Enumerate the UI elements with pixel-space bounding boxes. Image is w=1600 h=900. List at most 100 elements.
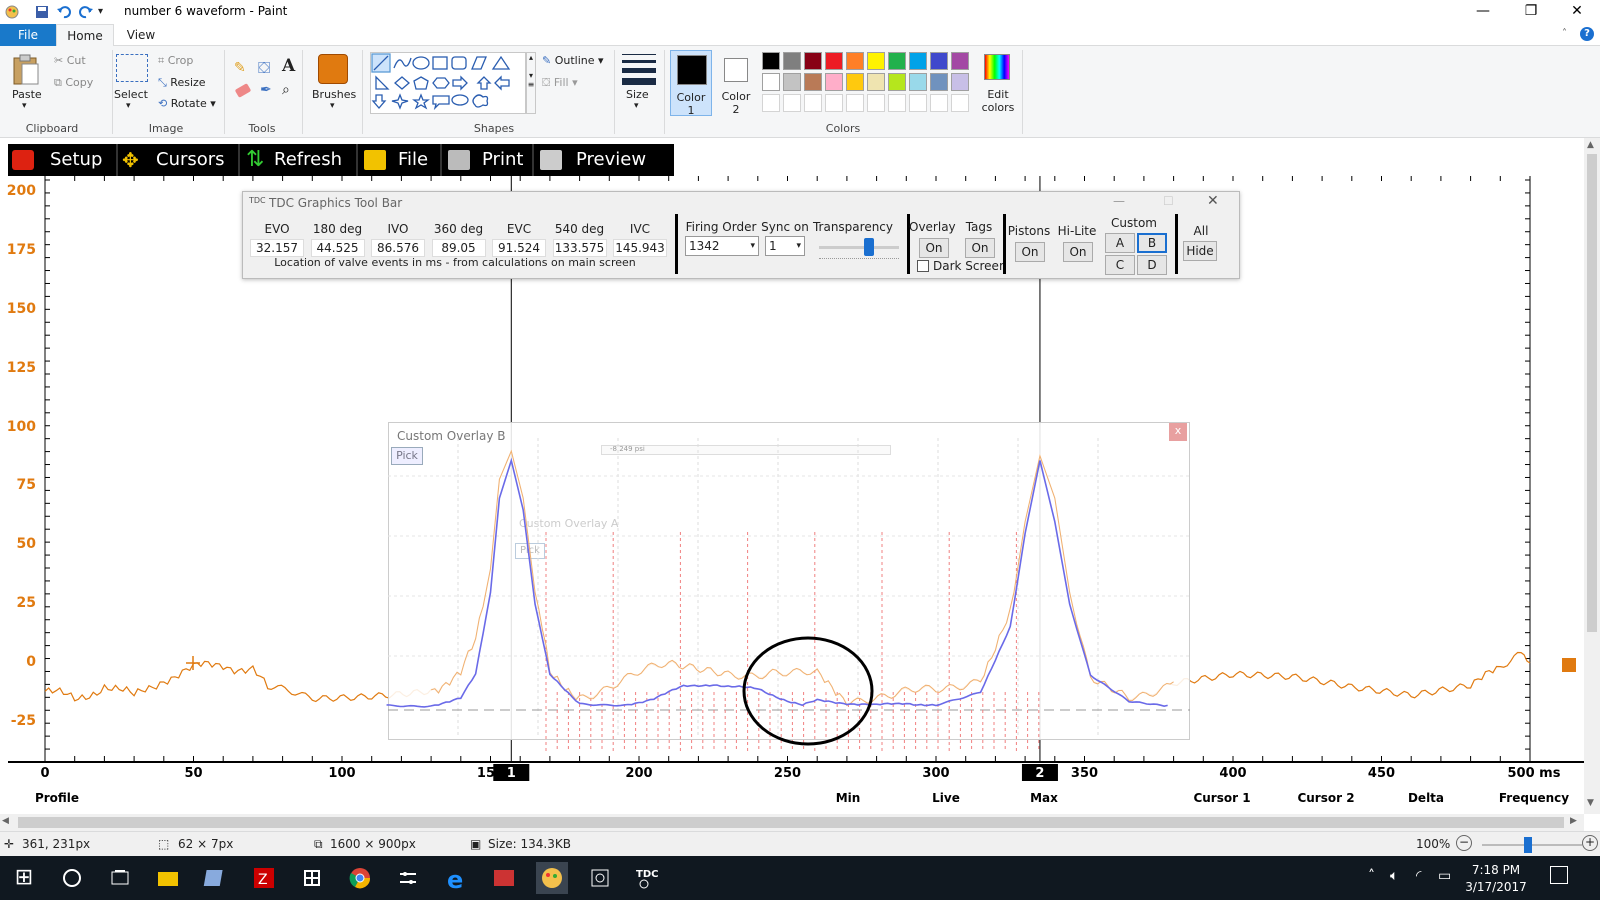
minimize-button[interactable]: —	[1460, 0, 1506, 24]
tags-on-button[interactable]: On	[965, 238, 995, 258]
cut-button[interactable]: ✂ Cut	[54, 54, 86, 67]
palette-swatch[interactable]	[783, 94, 801, 112]
size-button[interactable]: Size	[626, 88, 649, 101]
zoom-in-button[interactable]: +	[1582, 835, 1598, 851]
action-center-icon[interactable]	[1550, 866, 1568, 884]
collapse-ribbon-icon[interactable]: ˄	[1562, 28, 1567, 39]
text-tool-icon[interactable]: A	[282, 56, 295, 76]
file-button[interactable]: File	[358, 144, 442, 176]
palette-swatch[interactable]	[804, 73, 822, 91]
transparency-slider-track[interactable]	[819, 246, 899, 249]
overlay-on-button[interactable]: On	[919, 238, 949, 258]
show-hidden-icons[interactable]: ˄	[1368, 868, 1375, 884]
task-view-icon[interactable]	[104, 862, 136, 894]
resize-button[interactable]: ⤡ Resize	[158, 76, 206, 90]
volume-icon[interactable]: 🔈︎	[1390, 868, 1398, 884]
pistons-on-button[interactable]: On	[1015, 242, 1045, 262]
color2-button[interactable]: Color 2	[716, 50, 758, 116]
restore-button[interactable]: ❐	[1508, 0, 1554, 24]
app-icon-notepad[interactable]	[200, 862, 232, 894]
zoom-slider-track[interactable]	[1482, 844, 1582, 846]
palette-swatch[interactable]	[867, 52, 885, 70]
pencil-icon[interactable]: ✎	[234, 60, 246, 76]
shapes-gallery[interactable]	[370, 52, 526, 114]
horizontal-scrollbar[interactable]: ◀ ▶	[0, 814, 1584, 831]
edit-colors-button[interactable]: Edit colors	[980, 88, 1016, 114]
sync-on-select[interactable]: 1 ▾	[765, 236, 805, 256]
hide-all-button[interactable]: Hide	[1183, 241, 1217, 261]
color-picker-icon[interactable]: ✒	[260, 82, 272, 98]
custom-a-button[interactable]: A	[1105, 233, 1135, 253]
paint-taskbar-icon[interactable]	[536, 862, 568, 894]
shapes-scroll[interactable]: ▴ ▾ ≡	[526, 52, 536, 114]
keyboard-icon[interactable]: ▭	[1438, 868, 1451, 884]
redo-icon[interactable]	[78, 4, 94, 20]
vertical-scroll-thumb[interactable]	[1587, 154, 1597, 632]
refresh-button[interactable]: ⇅ Refresh	[240, 144, 358, 176]
select-icon[interactable]	[116, 54, 148, 82]
palette-swatch[interactable]	[762, 73, 780, 91]
select-button[interactable]: Select	[114, 88, 148, 101]
toolbar-minimize-button[interactable]: —	[1113, 194, 1125, 208]
help-icon[interactable]: ?	[1580, 27, 1594, 41]
network-icon[interactable]: ◜	[1416, 868, 1421, 884]
cursors-button[interactable]: ✥ Cursors	[118, 144, 240, 176]
palette-swatch[interactable]	[846, 52, 864, 70]
clock-time[interactable]: 7:18 PM	[1456, 863, 1536, 877]
palette-swatch[interactable]	[783, 73, 801, 91]
palette-swatch[interactable]	[783, 52, 801, 70]
paste-label[interactable]: Paste	[12, 88, 42, 101]
undo-icon[interactable]	[56, 4, 72, 20]
print-button[interactable]: Print	[442, 144, 534, 176]
dark-screen-checkbox[interactable]	[917, 260, 929, 272]
preview-button[interactable]: Preview	[534, 144, 654, 176]
scroll-up-icon[interactable]: ▲	[1587, 140, 1594, 150]
brushes-dropdown-icon[interactable]: ▾	[330, 101, 335, 111]
hilite-on-button[interactable]: On	[1063, 242, 1093, 262]
size-icon[interactable]	[622, 54, 656, 85]
zoom-out-button[interactable]: −	[1456, 835, 1472, 851]
custom-b-button[interactable]: B	[1137, 233, 1167, 253]
vertical-scrollbar[interactable]: ▲ ▼	[1584, 138, 1600, 814]
toolbar-maximize-button[interactable]: ☐	[1163, 194, 1174, 208]
windows-start-icon[interactable]: ⊞	[8, 862, 40, 894]
outline-button[interactable]: ✎ Outline ▾	[542, 54, 604, 67]
chrome-icon[interactable]	[344, 862, 376, 894]
setup-button[interactable]: Setup	[8, 144, 118, 176]
palette-swatch[interactable]	[909, 73, 927, 91]
palette-swatch[interactable]	[951, 52, 969, 70]
customize-qat-icon[interactable]: ▾	[98, 4, 114, 20]
scroll-left-icon[interactable]: ◀	[2, 816, 9, 826]
palette-swatch[interactable]	[909, 94, 927, 112]
palette-swatch[interactable]	[804, 94, 822, 112]
rainbow-icon[interactable]	[984, 54, 1010, 80]
palette-swatch[interactable]	[762, 94, 780, 112]
custom-d-button[interactable]: D	[1137, 255, 1167, 275]
palette-swatch[interactable]	[867, 73, 885, 91]
app-icon-tdc-setup[interactable]	[584, 862, 616, 894]
size-dropdown-icon[interactable]: ▾	[634, 101, 639, 111]
scroll-right-icon[interactable]: ▶	[1570, 816, 1577, 826]
palette-swatch[interactable]	[825, 52, 843, 70]
palette-swatch[interactable]	[762, 52, 780, 70]
copy-button[interactable]: ⧉ Copy	[54, 76, 93, 90]
custom-c-button[interactable]: C	[1105, 255, 1135, 275]
toolbar-close-button[interactable]: ✕	[1207, 193, 1219, 209]
cortana-icon[interactable]	[56, 862, 88, 894]
palette-swatch[interactable]	[888, 73, 906, 91]
edge-icon[interactable]: e	[440, 862, 472, 894]
close-button[interactable]: ✕	[1554, 0, 1600, 24]
fill-bucket-icon[interactable]: ⛋	[258, 58, 270, 78]
settings-tool-icon[interactable]	[392, 862, 424, 894]
palette-swatch[interactable]	[930, 94, 948, 112]
palette-swatch[interactable]	[951, 94, 969, 112]
palette-swatch[interactable]	[909, 52, 927, 70]
paste-button[interactable]	[10, 52, 42, 89]
palette-swatch[interactable]	[846, 94, 864, 112]
brushes-button[interactable]: Brushes	[312, 88, 356, 101]
brush-icon[interactable]	[318, 54, 348, 84]
palette-swatch[interactable]	[930, 73, 948, 91]
palette-swatch[interactable]	[888, 94, 906, 112]
clock-date[interactable]: 3/17/2017	[1456, 880, 1536, 894]
filezilla-icon[interactable]: Z	[248, 862, 280, 894]
